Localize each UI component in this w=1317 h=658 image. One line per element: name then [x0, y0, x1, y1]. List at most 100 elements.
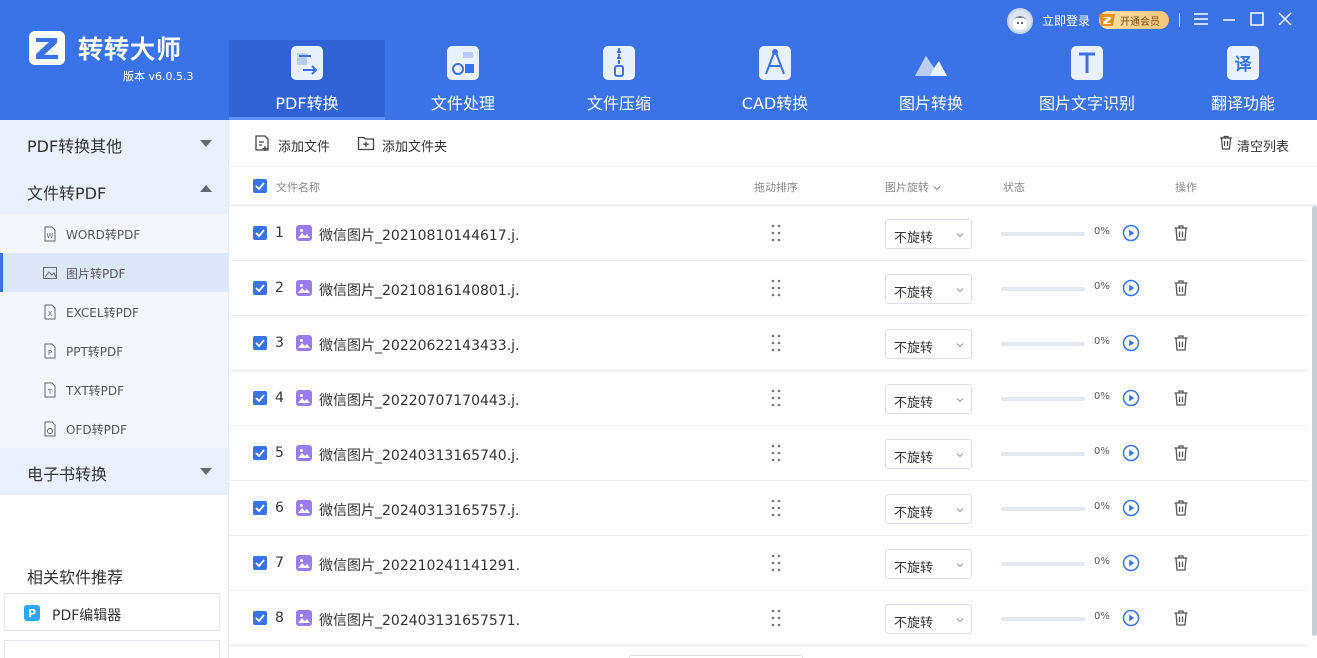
table-row: 4 微信图片_20220707170443.j... 不旋转 0%	[229, 371, 1309, 426]
table-row: 5 微信图片_20240313165740.j... 不旋转 0%	[229, 426, 1309, 481]
file-process-icon	[447, 46, 479, 80]
rotate-select[interactable]: 不旋转	[885, 219, 972, 249]
add-folder-button[interactable]: 添加文件夹	[357, 134, 467, 155]
row-checkbox[interactable]	[253, 391, 267, 405]
tab-cad-convert[interactable]: CAD转换	[697, 40, 853, 120]
checkmark-icon	[255, 614, 265, 623]
chevron-down-icon	[200, 140, 212, 147]
rotate-value: 不旋转	[894, 341, 934, 356]
row-checkbox[interactable]	[253, 336, 267, 350]
delete-icon[interactable]	[1173, 334, 1189, 352]
play-icon[interactable]	[1122, 279, 1140, 297]
rotate-value: 不旋转	[894, 561, 934, 576]
play-icon[interactable]	[1122, 554, 1140, 572]
tab-translate[interactable]: 译 翻译功能	[1165, 40, 1317, 120]
minimize-icon[interactable]	[1218, 8, 1240, 30]
delete-icon[interactable]	[1173, 224, 1189, 242]
image-file-icon	[296, 445, 312, 461]
delete-icon[interactable]	[1173, 554, 1189, 572]
tab-label: 文件处理	[430, 94, 495, 113]
delete-icon[interactable]	[1173, 279, 1189, 297]
row-checkbox[interactable]	[253, 611, 267, 625]
checkmark-icon	[255, 559, 265, 568]
play-icon[interactable]	[1122, 334, 1140, 352]
vertical-scrollbar[interactable]	[1312, 206, 1317, 636]
select-all-checkbox[interactable]	[253, 179, 267, 193]
drag-handle-icon[interactable]	[770, 498, 782, 518]
header-file-name: 文件名称	[276, 181, 320, 194]
add-file-label: 添加文件	[278, 140, 331, 155]
sidebar-group-ebook[interactable]: 电子书转换	[0, 448, 228, 495]
menu-icon[interactable]	[1190, 8, 1212, 30]
svg-text:X: X	[48, 310, 53, 318]
login-link[interactable]: 立即登录	[1042, 12, 1090, 29]
row-checkbox[interactable]	[253, 226, 267, 240]
rotate-select[interactable]: 不旋转	[885, 274, 972, 304]
progress-text: 0%	[1094, 501, 1110, 512]
rotate-select[interactable]: 不旋转	[885, 494, 972, 524]
row-checkbox[interactable]	[253, 556, 267, 570]
delete-icon[interactable]	[1173, 499, 1189, 517]
drag-handle-icon[interactable]	[770, 333, 782, 353]
header-rotate[interactable]: 图片旋转	[885, 179, 941, 195]
vip-badge[interactable]: 开通会员	[1099, 11, 1169, 29]
sidebar-group-pdf-other[interactable]: PDF转换其他	[0, 120, 228, 167]
rotate-select[interactable]: 不旋转	[885, 604, 972, 634]
recommend-label: PDF编辑器	[52, 608, 122, 624]
checkmark-icon	[255, 229, 265, 238]
tab-file-compress[interactable]: 文件压缩	[541, 40, 697, 120]
drag-handle-icon[interactable]	[770, 278, 782, 298]
drag-handle-icon[interactable]	[770, 608, 782, 628]
file-name: 微信图片_20210810144617.j...	[319, 228, 519, 244]
drag-handle-icon[interactable]	[770, 553, 782, 573]
file-name: 微信图片_20240313165757.j...	[319, 503, 519, 519]
close-icon[interactable]	[1274, 8, 1296, 30]
tab-file-process[interactable]: 文件处理	[385, 40, 541, 120]
drag-handle-icon[interactable]	[770, 443, 782, 463]
drag-handle-icon[interactable]	[770, 223, 782, 243]
tab-label: CAD转换	[741, 94, 809, 113]
tab-pdf-convert[interactable]: PDF转换	[229, 40, 385, 120]
rotate-select[interactable]: 不旋转	[885, 384, 972, 414]
play-icon[interactable]	[1122, 609, 1140, 627]
rotate-value: 不旋转	[894, 396, 934, 411]
rotate-select[interactable]: 不旋转	[885, 439, 972, 469]
add-file-button[interactable]: 添加文件	[253, 134, 363, 155]
row-checkbox[interactable]	[253, 501, 267, 515]
maximize-icon[interactable]	[1246, 8, 1268, 30]
tab-label: 图片转换	[898, 94, 963, 113]
avatar[interactable]	[1007, 8, 1033, 34]
delete-icon[interactable]	[1173, 609, 1189, 627]
sidebar-group-file-to-pdf[interactable]: 文件转PDF	[0, 167, 228, 214]
clear-list-button[interactable]: 清空列表	[1219, 134, 1299, 155]
sidebar-item-image-to-pdf[interactable]: 图片转PDF	[0, 253, 228, 292]
rotate-select[interactable]: 不旋转	[885, 329, 972, 359]
tab-image-convert[interactable]: 图片转换	[853, 40, 1009, 120]
progress-bar	[1001, 232, 1085, 236]
play-icon[interactable]	[1122, 389, 1140, 407]
chevron-down-icon	[956, 233, 964, 238]
table-row: 7 微信图片_202210241141291.... 不旋转 0%	[229, 536, 1309, 591]
play-icon[interactable]	[1122, 224, 1140, 242]
drag-handle-icon[interactable]	[770, 388, 782, 408]
tab-image-ocr[interactable]: 图片文字识别	[1009, 40, 1165, 120]
sidebar-item-ppt-to-pdf[interactable]: P PPT转PDF	[0, 331, 228, 370]
rotate-select[interactable]: 不旋转	[885, 549, 972, 579]
play-icon[interactable]	[1122, 444, 1140, 462]
sidebar-item-txt-to-pdf[interactable]: T TXT转PDF	[0, 370, 228, 409]
recommend-pdf-editor[interactable]: P PDF编辑器	[4, 593, 220, 631]
row-checkbox[interactable]	[253, 446, 267, 460]
recommend-item-partial[interactable]	[4, 640, 220, 658]
chevron-up-icon	[200, 185, 212, 192]
sidebar-item-ofd-to-pdf[interactable]: OFD转PDF	[0, 409, 228, 448]
pdf-convert-icon	[291, 46, 323, 80]
delete-icon[interactable]	[1173, 389, 1189, 407]
tab-label: PDF转换	[275, 94, 339, 113]
sidebar-item-excel-to-pdf[interactable]: X EXCEL转PDF	[0, 292, 228, 331]
delete-icon[interactable]	[1173, 444, 1189, 462]
row-checkbox[interactable]	[253, 281, 267, 295]
sidebar-item-label: EXCEL转PDF	[66, 306, 139, 320]
sidebar-item-word-to-pdf[interactable]: W WORD转PDF	[0, 214, 228, 253]
file-list: 1 微信图片_20210810144617.j... 不旋转 0% 2 微信图片…	[229, 206, 1309, 658]
play-icon[interactable]	[1122, 499, 1140, 517]
